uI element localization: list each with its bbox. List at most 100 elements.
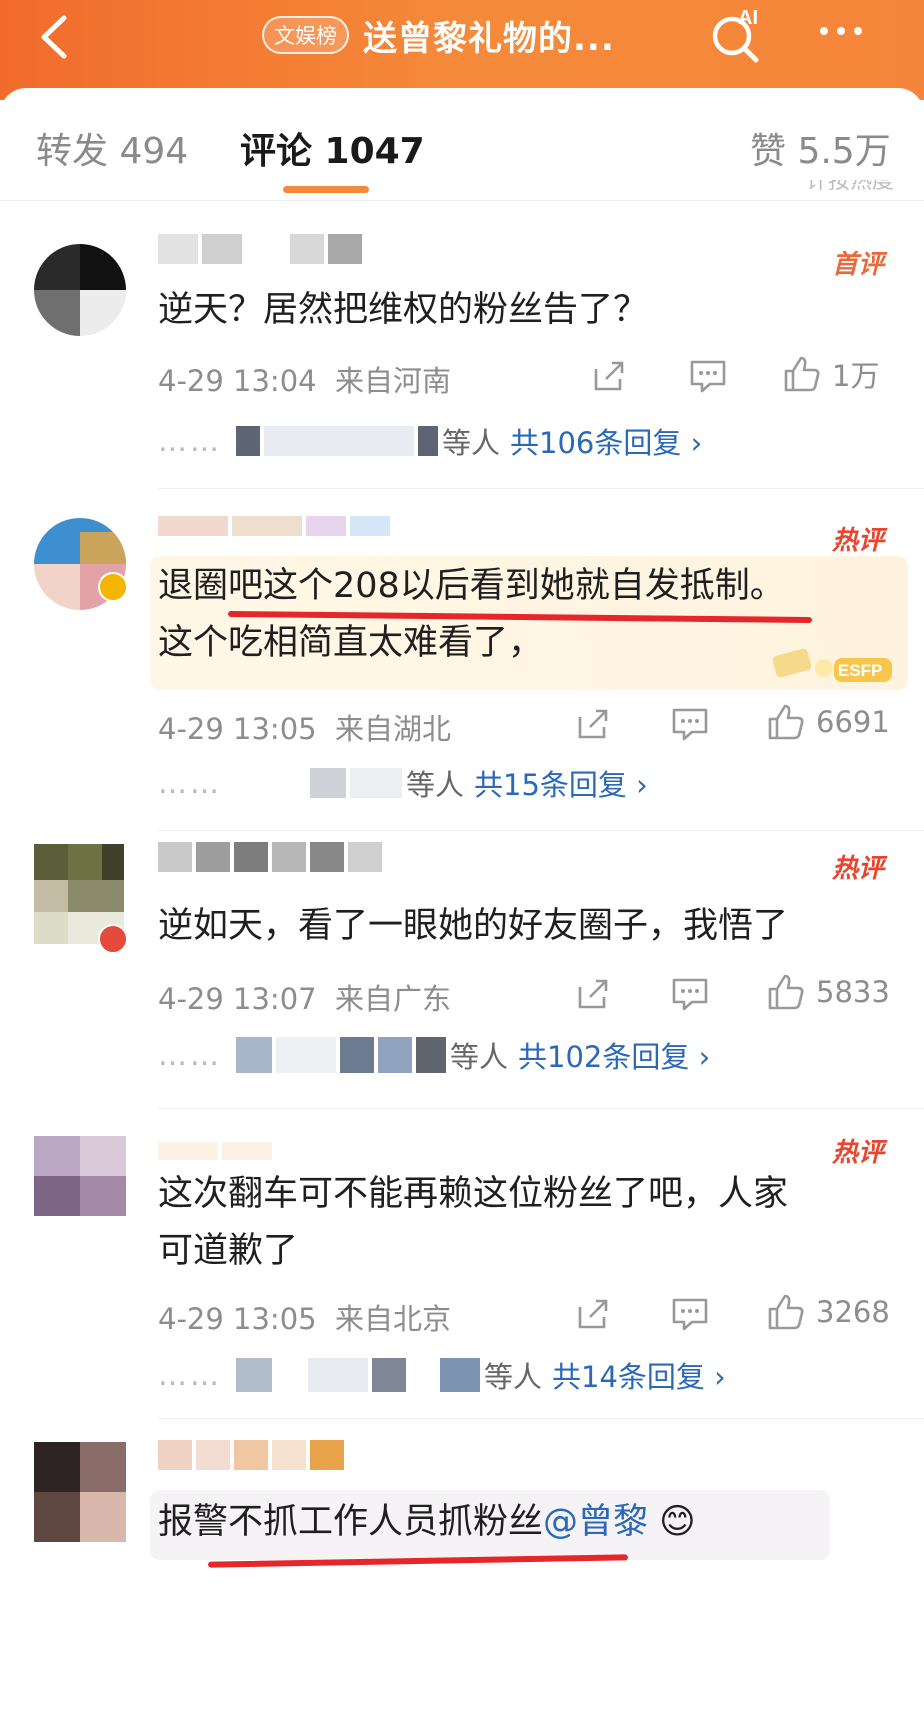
reply-suffix: 等人 [442,426,501,460]
share-icon [578,1299,608,1329]
like-button[interactable]: 1万 [782,354,879,394]
comment-text: 逆如天，看了一眼她的好友圈子，我悟了 [158,906,789,946]
top-bar: 文娱榜 送曾黎礼物的... AI [0,0,924,100]
comment-time: 4-29 13:07 [158,982,317,1016]
comment-text-line: 可道歉了 [158,1231,299,1271]
blurred-replier [236,1358,272,1392]
avatar[interactable] [34,244,126,336]
like-button[interactable]: 3268 [766,1292,890,1332]
comment-text: 逆天？居然把维权的粉丝告了？ [158,290,649,330]
share-icon [578,709,608,739]
comment-text-line: 这次翻车可不能再赖这位粉丝了吧，人家 [158,1174,789,1214]
like-count: 6691 [816,705,890,739]
more-options-icon[interactable] [820,16,890,46]
avatar[interactable] [34,1136,126,1216]
comment-icon [672,978,708,1011]
replies-summary[interactable]: …… 等人 共106条回复 › [158,420,702,462]
reply-dots: …… [158,424,222,458]
tab-repost[interactable]: 转发 494 [36,122,188,174]
first-comment-badge: 首评 [831,250,884,280]
reply-button[interactable] [688,356,728,396]
reply-suffix: 等人 [406,768,465,802]
thumbs-up-icon [768,704,804,740]
share-button[interactable] [574,704,612,744]
sort-hint[interactable]: 计按热度 [806,180,894,194]
tabs-divider [0,200,924,201]
reply-dots: …… [158,766,222,800]
reply-button[interactable] [670,704,710,744]
thumbs-up-icon [784,356,820,392]
comment-location: 来自广东 [335,982,452,1016]
divider [158,830,924,831]
share-icon [594,361,624,391]
reply-button[interactable] [670,974,710,1014]
blurred-replier [340,1037,374,1073]
blurred-replier [372,1358,406,1392]
comment-time: 4-29 13:05 [158,1302,317,1336]
back-arrow-icon[interactable] [26,6,86,66]
svg-text:AI: AI [738,7,758,29]
comment-icon [672,1298,708,1331]
blurred-replier [310,768,346,798]
blurred-replier [440,1358,480,1392]
username-blurred[interactable] [158,842,382,872]
comment-text: 这次翻车可不能再赖这位粉丝了吧，人家 可道歉了 [158,1166,898,1280]
tab-comment[interactable]: 评论 1047 [240,122,425,174]
reply-count-link[interactable]: 共106条回复 › [510,420,702,462]
comment-meta: 4-29 13:05 来自北京 [158,1296,451,1338]
reply-dots: …… [158,1038,222,1072]
username-blurred[interactable] [158,1440,344,1470]
reply-count-link[interactable]: 共14条回复 › [552,1354,726,1396]
category-tag[interactable]: 文娱榜 [262,16,349,54]
mention-link[interactable]: @曾黎 [543,1502,648,1542]
esfp-sticker-icon: ESFP [772,648,892,682]
active-tab-indicator [283,186,369,193]
comment-text-line: 退圈吧这个208以后看到她就自发抵制。 [158,566,785,606]
reply-count-link[interactable]: 共102条回复 › [518,1034,710,1076]
title-area: 文娱榜 送曾黎礼物的... [262,12,615,59]
blurred-replier [236,768,306,798]
comment-meta: 4-29 13:05 来自湖北 [158,706,451,748]
tab-like[interactable]: 赞 5.5万 [750,122,891,174]
comment-location: 来自北京 [335,1302,452,1336]
replies-summary[interactable]: …… 等人 共15条回复 › [158,762,648,804]
username-blurred[interactable] [158,234,362,264]
blurred-replier [416,1037,446,1073]
share-icon [578,979,608,1009]
username-blurred[interactable] [158,1142,272,1160]
comment-meta: 4-29 13:04 来自河南 [158,358,451,400]
verified-badge-icon [98,572,128,602]
thumbs-up-icon [768,1294,804,1330]
comment-meta: 4-29 13:07 来自广东 [158,976,451,1018]
comment-icon [672,708,708,741]
comment-text-body: 报警不抓工作人员抓粉丝 [158,1502,544,1542]
comment-location: 来自湖北 [335,712,452,746]
username-blurred[interactable] [158,516,390,536]
tab-bar: 转发 494 评论 1047 赞 5.5万 计按热度 [0,88,924,201]
replies-summary[interactable]: …… 等人 共14条回复 › [158,1354,726,1396]
blurred-replier [264,426,414,456]
blurred-replier [276,1037,336,1073]
like-button[interactable]: 6691 [766,702,890,742]
like-button[interactable]: 5833 [766,972,890,1012]
comment-text: 报警不抓工作人员抓粉丝@曾黎 😊 [158,1494,898,1551]
divider [158,1108,924,1109]
replies-summary[interactable]: …… 等人 共102条回复 › [158,1034,710,1076]
share-button[interactable] [590,356,628,396]
reply-count-link[interactable]: 共15条回复 › [474,762,648,804]
ai-search-icon[interactable]: AI [706,4,766,64]
like-count: 1万 [832,359,880,393]
share-button[interactable] [574,1294,612,1334]
blurred-replier [308,1358,368,1392]
comment-icon [690,360,726,393]
thumbs-up-icon [768,974,804,1010]
blurred-replier [350,768,402,798]
avatar[interactable] [34,1442,126,1542]
blurred-replier [418,426,438,456]
share-button[interactable] [574,974,612,1014]
hot-comment-badge: 热评 [831,526,884,556]
reply-button[interactable] [670,1294,710,1334]
hot-comment-badge: 热评 [831,1138,884,1168]
page-title: 送曾黎礼物的... [363,18,615,59]
comment-location: 来自河南 [335,364,452,398]
